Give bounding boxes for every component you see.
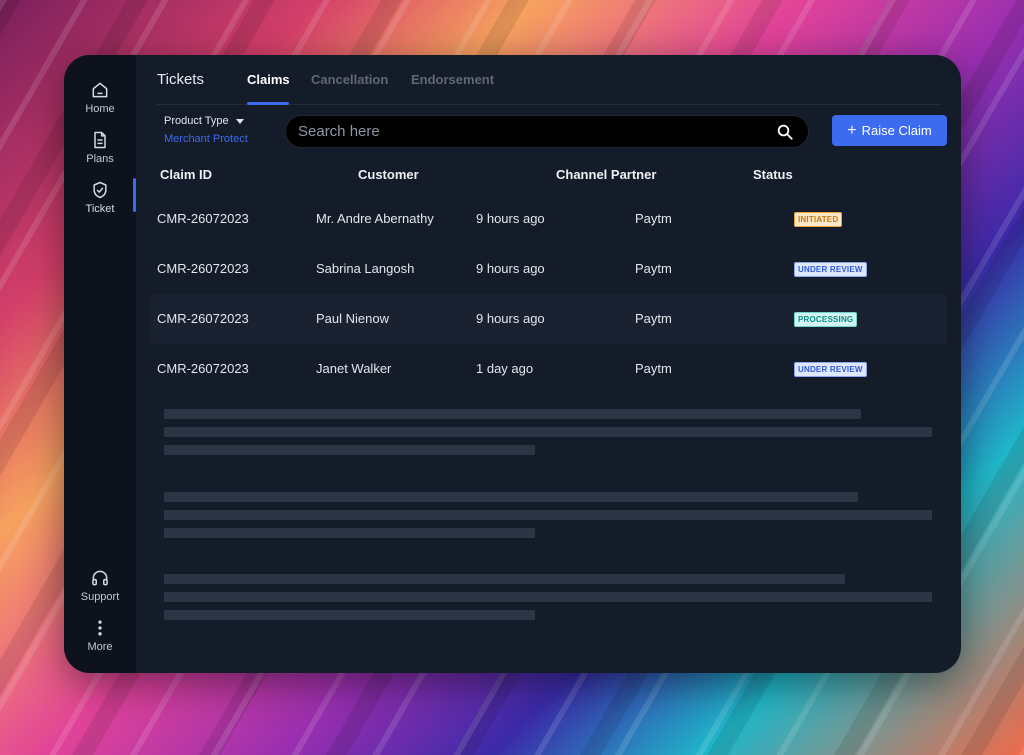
sidebar-item-label: Home <box>85 102 115 115</box>
sidebar: Home Plans Ticket Support More <box>64 55 136 673</box>
column-header-status[interactable]: Status <box>753 167 793 182</box>
table-row[interactable]: CMR-26072023 Janet Walker 1 day ago Payt… <box>150 344 947 394</box>
customer-cell: Janet Walker <box>316 361 392 376</box>
filter-label: Product Type <box>164 115 229 127</box>
table-row[interactable]: CMR-26072023 Sabrina Langosh 9 hours ago… <box>150 244 947 294</box>
sidebar-item-label: Plans <box>86 152 114 165</box>
status-badge: UNDER REVIEW <box>794 262 867 277</box>
partner-cell: Paytm <box>635 361 672 376</box>
raise-claim-button[interactable]: + Raise Claim <box>832 115 947 146</box>
claim-id-cell: CMR-26072023 <box>157 361 249 376</box>
table-row[interactable]: CMR-26072023 Mr. Andre Abernathy 9 hours… <box>150 194 947 244</box>
sidebar-item-home[interactable]: Home <box>64 75 136 119</box>
sidebar-item-label: Support <box>80 590 120 603</box>
sidebar-item-more[interactable]: More <box>64 613 136 657</box>
plus-icon: + <box>847 121 857 139</box>
tab-cancellation[interactable]: Cancellation <box>311 72 388 87</box>
status-badge: PROCESSING <box>794 312 858 327</box>
search-icon[interactable] <box>776 123 794 141</box>
sidebar-item-ticket[interactable]: Ticket <box>64 175 136 219</box>
more-vertical-icon <box>98 620 102 635</box>
table-row[interactable]: CMR-26072023 Paul Nienow 9 hours ago Pay… <box>150 294 947 344</box>
active-tab-underline <box>247 102 289 105</box>
skeleton-line <box>164 510 932 520</box>
document-icon <box>94 131 106 148</box>
customer-cell: Paul Nienow <box>316 311 389 326</box>
partner-cell: Paytm <box>635 261 672 276</box>
time-cell: 1 day ago <box>476 361 534 376</box>
skeleton-line <box>164 610 535 620</box>
sidebar-item-support[interactable]: Support <box>64 563 136 607</box>
sidebar-item-label: More <box>87 640 113 653</box>
skeleton-line <box>164 409 861 419</box>
skeleton-line <box>164 574 845 584</box>
shield-check-icon <box>93 181 107 198</box>
tab-bar: Tickets Claims Cancellation Endorsement <box>156 55 941 105</box>
claim-id-cell: CMR-26072023 <box>157 261 249 276</box>
claim-id-cell: CMR-26072023 <box>157 211 249 226</box>
app-window: Home Plans Ticket Support More Tickets C… <box>64 55 961 673</box>
status-badge: INITIATED <box>794 212 843 227</box>
skeleton-line <box>164 445 535 455</box>
skeleton-line <box>164 427 932 437</box>
tab-endorsement[interactable]: Endorsement <box>411 72 494 87</box>
customer-cell: Mr. Andre Abernathy <box>316 211 434 226</box>
time-cell: 9 hours ago <box>476 211 545 226</box>
headphones-icon <box>92 570 108 585</box>
time-cell: 9 hours ago <box>476 261 545 276</box>
skeleton-line <box>164 592 932 602</box>
status-badge: UNDER REVIEW <box>794 362 867 377</box>
sidebar-item-plans[interactable]: Plans <box>64 125 136 169</box>
column-header-channel-partner[interactable]: Channel Partner <box>556 167 656 182</box>
caret-down-icon <box>235 118 244 124</box>
sidebar-item-label: Ticket <box>85 202 115 215</box>
search-bar <box>285 115 809 148</box>
skeleton-line <box>164 492 858 502</box>
page-title: Tickets <box>157 71 204 88</box>
time-cell: 9 hours ago <box>476 311 545 326</box>
partner-cell: Paytm <box>635 211 672 226</box>
partner-cell: Paytm <box>635 311 672 326</box>
column-header-claim-id[interactable]: Claim ID <box>160 167 212 182</box>
home-icon <box>92 82 108 97</box>
skeleton-line <box>164 528 535 538</box>
claim-id-cell: CMR-26072023 <box>157 311 249 326</box>
customer-cell: Sabrina Langosh <box>316 261 415 276</box>
column-header-customer[interactable]: Customer <box>358 167 419 182</box>
raise-claim-label: Raise Claim <box>861 123 932 138</box>
tab-claims[interactable]: Claims <box>247 72 290 87</box>
search-input[interactable] <box>298 116 768 147</box>
filter-value: Merchant Protect <box>164 133 248 145</box>
product-type-filter[interactable]: Product Type Merchant Protect <box>164 115 248 145</box>
